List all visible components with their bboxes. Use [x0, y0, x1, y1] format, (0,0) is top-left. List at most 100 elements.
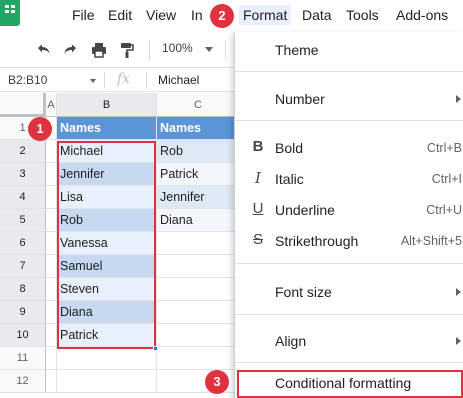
menu-view[interactable]: View [146, 6, 176, 24]
menu-divider [235, 263, 463, 264]
underline-icon: U [252, 200, 264, 217]
menu-item-label: Strikethrough [275, 233, 359, 249]
menu-item-label: Italic [275, 171, 304, 187]
row-header[interactable]: 7 [0, 255, 46, 278]
cell-a2[interactable] [46, 140, 57, 163]
row-header[interactable]: 11 [0, 347, 46, 370]
cell-c11[interactable] [157, 347, 240, 370]
cell-a3[interactable] [46, 163, 57, 186]
menu-data[interactable]: Data [302, 6, 332, 24]
menu-item-number[interactable]: Number [235, 84, 463, 114]
conditional-formatting-highlight [237, 370, 463, 398]
cell-b1[interactable]: Names [57, 117, 157, 140]
chevron-down-icon[interactable] [90, 79, 96, 83]
cell-c6[interactable] [157, 232, 240, 255]
menu-file[interactable]: File [72, 6, 95, 24]
cell-a4[interactable] [46, 186, 57, 209]
menu-item-bold[interactable]: B Bold Ctrl+B [235, 133, 463, 163]
chevron-right-icon [456, 95, 461, 103]
chevron-down-icon[interactable] [205, 47, 213, 52]
menu-item-label: Theme [275, 42, 319, 58]
column-header-a[interactable]: A [46, 93, 57, 117]
toolbar-divider [149, 40, 150, 60]
chevron-right-icon [456, 337, 461, 345]
menu-tools[interactable]: Tools [346, 6, 379, 24]
row-header[interactable]: 10 [0, 324, 46, 347]
cell-c8[interactable] [157, 278, 240, 301]
menu-item-underline[interactable]: U Underline Ctrl+U [235, 195, 463, 225]
toolbar-divider [225, 40, 226, 60]
print-icon[interactable] [90, 41, 108, 59]
strikethrough-icon: S [252, 231, 263, 248]
shortcut-label: Ctrl+U [426, 203, 462, 217]
menu-item-font-size[interactable]: Font size [235, 277, 463, 307]
cell-a7[interactable] [46, 255, 57, 278]
row-header[interactable]: 2 [0, 140, 46, 163]
formula-input[interactable]: Michael [158, 73, 199, 87]
menu-item-italic[interactable]: I Italic Ctrl+I [235, 164, 463, 194]
row-header[interactable]: 8 [0, 278, 46, 301]
undo-icon[interactable] [34, 41, 52, 59]
shortcut-label: Alt+Shift+5 [400, 234, 462, 248]
cell-c5[interactable]: Diana [157, 209, 240, 232]
divider [104, 72, 105, 89]
row-header[interactable]: 3 [0, 163, 46, 186]
menu-item-label: Font size [275, 284, 332, 300]
row-header[interactable]: 9 [0, 301, 46, 324]
cell-a8[interactable] [46, 278, 57, 301]
cell-a9[interactable] [46, 301, 57, 324]
menu-divider [235, 120, 463, 121]
menu-item-label: Bold [275, 140, 304, 156]
fx-icon: fx [117, 71, 131, 87]
fill-handle[interactable] [153, 346, 158, 351]
menu-edit[interactable]: Edit [108, 6, 132, 24]
sheets-logo-icon[interactable] [0, 0, 20, 26]
menu-insert[interactable]: In [191, 6, 203, 24]
name-box[interactable]: B2:B10 [8, 73, 47, 87]
cell-a6[interactable] [46, 232, 57, 255]
zoom-select[interactable]: 100% [162, 41, 193, 55]
menu-item-align[interactable]: Align [235, 326, 463, 356]
menu-item-theme[interactable]: Theme [235, 35, 463, 65]
cell-c10[interactable] [157, 324, 240, 347]
divider [146, 72, 147, 89]
chevron-right-icon [456, 288, 461, 296]
step-badge-2: 2 [210, 4, 234, 28]
cell-c7[interactable] [157, 255, 240, 278]
menu-divider [235, 314, 463, 315]
column-header-c[interactable]: C [157, 93, 240, 117]
selection-highlight-b2-b10 [57, 141, 156, 349]
column-header-b[interactable]: B [57, 93, 157, 117]
cell-b12[interactable] [57, 370, 157, 393]
cell-c4[interactable]: Jennifer [157, 186, 240, 209]
cell-a10[interactable] [46, 324, 57, 347]
cell-a12[interactable] [46, 370, 57, 393]
italic-icon: I [255, 169, 261, 187]
cell-c9[interactable] [157, 301, 240, 324]
menu-item-strikethrough[interactable]: S Strikethrough Alt+Shift+5 [235, 226, 463, 256]
row-header[interactable]: 4 [0, 186, 46, 209]
cell-b11[interactable] [57, 347, 157, 370]
shortcut-label: Ctrl+B [426, 141, 462, 155]
cell-a11[interactable] [46, 347, 57, 370]
menu-divider [235, 71, 463, 72]
cell-a5[interactable] [46, 209, 57, 232]
menu-format[interactable]: Format [239, 5, 292, 25]
row-header[interactable]: 5 [0, 209, 46, 232]
menu-item-label: Number [275, 91, 325, 107]
step-badge-1: 1 [28, 117, 52, 141]
cell-c2[interactable]: Rob [157, 140, 240, 163]
menu-add-ons[interactable]: Add-ons [396, 6, 448, 24]
format-menu: Theme Number B Bold Ctrl+B I Italic Ctrl… [234, 32, 463, 398]
menu-divider [235, 362, 463, 363]
cell-c1[interactable]: Names [157, 117, 240, 140]
menu-item-label: Align [275, 333, 307, 349]
select-all-corner[interactable] [0, 93, 46, 117]
cell-c3[interactable]: Patrick [157, 163, 240, 186]
row-header[interactable]: 12 [0, 370, 46, 393]
row-header[interactable]: 6 [0, 232, 46, 255]
paint-format-icon[interactable] [118, 41, 136, 59]
step-badge-3: 3 [205, 370, 229, 394]
shortcut-label: Ctrl+I [431, 172, 462, 186]
redo-icon[interactable] [62, 41, 80, 59]
